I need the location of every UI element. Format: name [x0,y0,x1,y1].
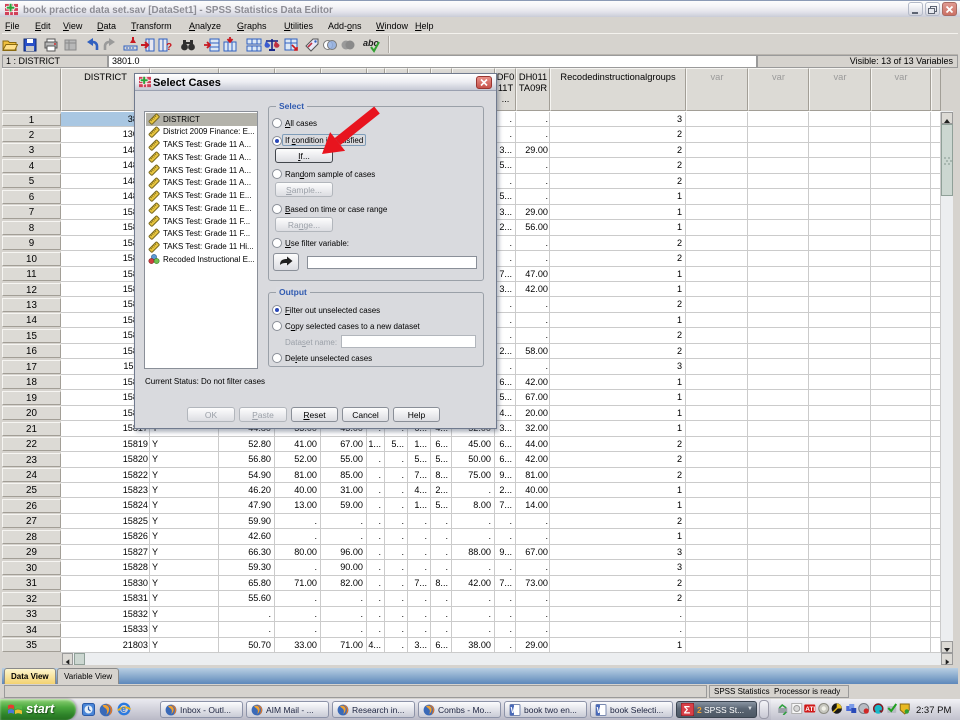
svg-text:W: W [511,706,519,715]
svg-text:Σ: Σ [684,705,691,717]
svg-text:ATI: ATI [805,706,815,713]
svg-text:W: W [597,706,605,715]
svg-text:?: ? [166,42,172,53]
svg-text:e: e [121,704,126,714]
